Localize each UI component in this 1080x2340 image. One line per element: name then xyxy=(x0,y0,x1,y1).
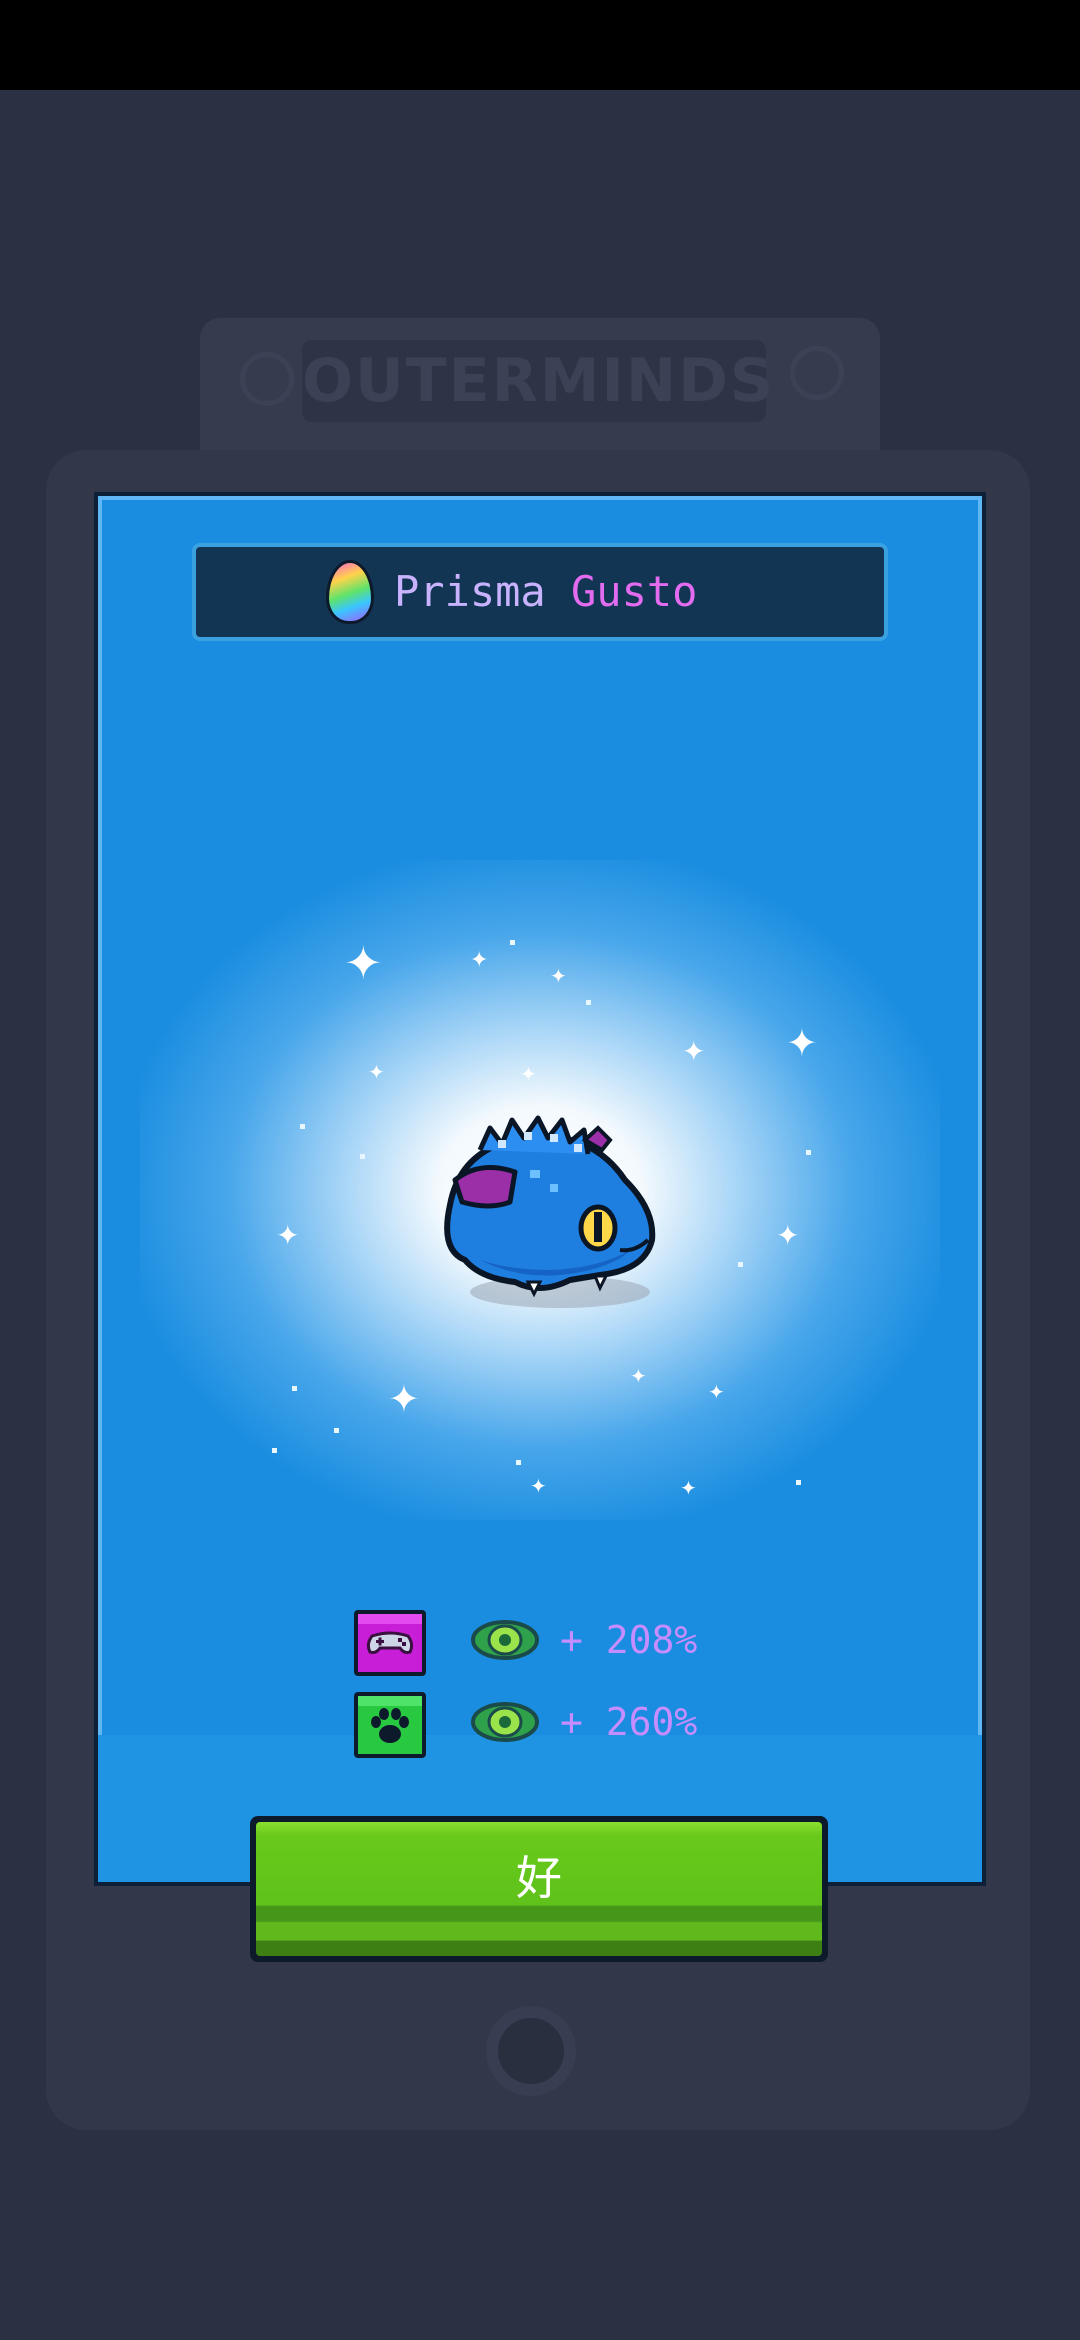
sparkle-icon: ✦ xyxy=(530,1474,547,1498)
sparkle-dot xyxy=(738,1262,743,1267)
bonus-category-paw xyxy=(354,1692,426,1758)
sparkle-icon: ✦ xyxy=(680,1476,697,1500)
sparkle-icon: ✦ xyxy=(550,964,567,988)
game-screen: OUTERMINDS Prisma Gusto ✦ ✦ ✦ ✦ ✦ ✦ ✦ ✦ … xyxy=(0,0,1080,2340)
background-home-button xyxy=(486,2006,576,2096)
sparkle-dot xyxy=(586,1000,591,1005)
sparkle-dot xyxy=(360,1154,365,1159)
sparkle-icon: ✦ xyxy=(344,936,383,990)
sparkle-icon: ✦ xyxy=(388,1377,420,1421)
ok-button-label: 好 xyxy=(516,1851,562,1905)
eye-icon xyxy=(471,1702,539,1742)
sparkle-dot xyxy=(292,1386,297,1391)
bolt-icon xyxy=(790,346,844,400)
sparkle-dot xyxy=(796,1480,801,1485)
creature-name: Prisma Gusto xyxy=(394,560,697,624)
sparkle-icon: ✦ xyxy=(776,1219,800,1252)
sparkle-icon: ✦ xyxy=(630,1364,647,1388)
creature-name-second: Gusto xyxy=(571,567,698,616)
ok-button[interactable]: 好 xyxy=(250,1816,828,1962)
paw-icon xyxy=(358,1696,422,1743)
sparkle-dot xyxy=(272,1448,277,1453)
sparkle-dot xyxy=(516,1460,521,1465)
sparkle-dot xyxy=(334,1428,339,1433)
sparkle-dot xyxy=(806,1150,811,1155)
bonus-value: + 208% xyxy=(560,1618,698,1662)
bolt-icon xyxy=(240,352,294,406)
sparkle-icon: ✦ xyxy=(682,1035,706,1068)
background-logo: OUTERMINDS xyxy=(302,346,776,416)
ok-button-face[interactable]: 好 xyxy=(256,1822,822,1956)
creature-name-first: Prisma xyxy=(394,567,546,616)
sparkle-icon: ✦ xyxy=(786,1021,818,1065)
sparkle-icon: ✦ xyxy=(470,948,489,973)
bonus-category-gamepad xyxy=(354,1610,426,1676)
gamepad-icon xyxy=(358,1614,422,1654)
sparkle-icon: ✦ xyxy=(708,1380,725,1404)
bonus-value: + 260% xyxy=(560,1700,698,1744)
sparkle-dot xyxy=(510,940,515,945)
sparkle-icon: ✦ xyxy=(276,1219,300,1252)
eye-icon xyxy=(471,1620,539,1660)
sparkle-icon: ✦ xyxy=(368,1060,385,1084)
blue-fish-creature xyxy=(444,1115,656,1308)
status-bar xyxy=(0,0,1080,90)
sparkle-dot xyxy=(300,1124,305,1129)
sparkle-icon: ✦ xyxy=(520,1062,537,1086)
